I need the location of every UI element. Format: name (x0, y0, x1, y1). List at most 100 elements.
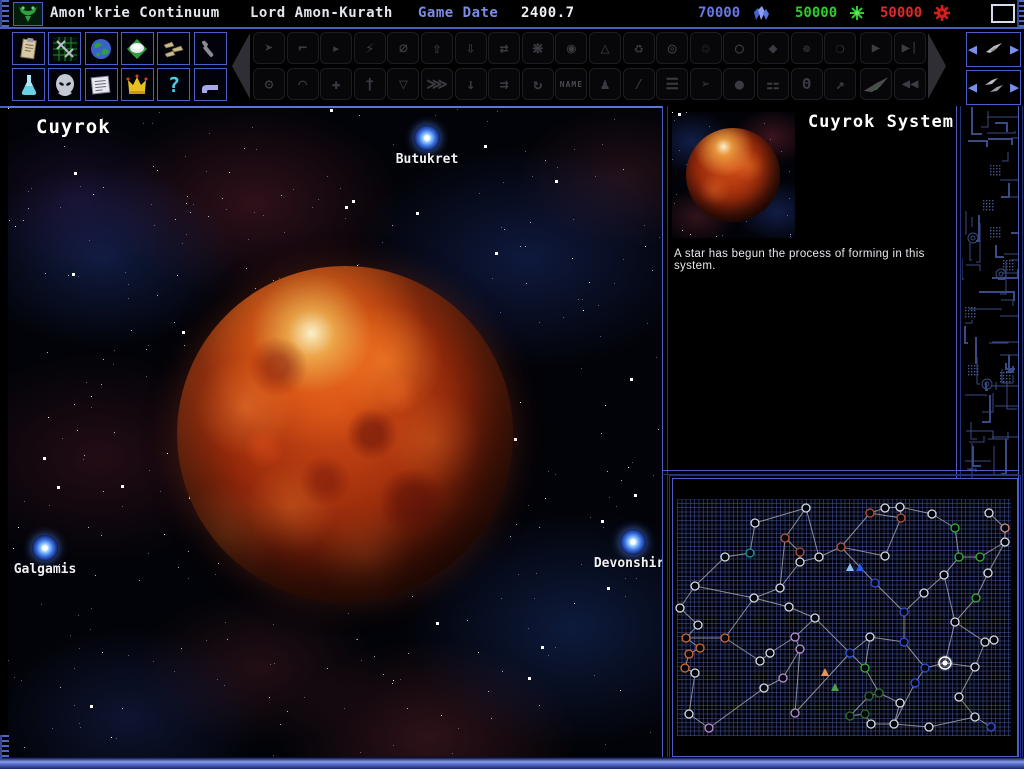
map-node[interactable] (845, 711, 855, 721)
sensor-node-button[interactable]: △ (589, 32, 621, 64)
map-node[interactable] (865, 632, 875, 642)
scout-ship-button[interactable]: ➢ (689, 68, 722, 100)
repeat-orders-button[interactable]: ↻ (521, 68, 554, 100)
map-node[interactable] (690, 581, 700, 591)
mineral-gem-button[interactable] (120, 32, 154, 65)
map-node[interactable] (895, 698, 905, 708)
map-node[interactable] (810, 613, 820, 623)
galaxy-map[interactable] (673, 479, 1019, 758)
recycle-route-button[interactable]: ♻ (622, 32, 655, 64)
map-node[interactable] (814, 552, 824, 562)
map-node[interactable] (895, 502, 905, 512)
map-node[interactable] (780, 533, 790, 543)
transfer-cargo-button[interactable]: ⇄ (488, 32, 521, 64)
sentry-orb-button[interactable]: ◉ (555, 32, 588, 64)
energy-bolt-button[interactable]: ⚡ (353, 32, 386, 64)
star-icon[interactable] (32, 535, 58, 561)
map-node[interactable] (1000, 523, 1010, 533)
colony-pawn-button[interactable]: ♟ (589, 68, 621, 100)
map-node[interactable] (690, 668, 700, 678)
move-order-button[interactable]: ➤ (253, 32, 285, 64)
cargo-pods-button[interactable]: ⚏ (757, 68, 789, 100)
map-node[interactable] (986, 722, 996, 732)
repair-arm-button[interactable]: ⚙ (253, 68, 285, 100)
map-fleet-marker[interactable] (821, 668, 829, 676)
map-node[interactable] (845, 648, 855, 658)
target-ship-button[interactable]: ○ (723, 32, 756, 64)
system-thumbnail[interactable] (672, 112, 795, 238)
map-node[interactable] (680, 663, 690, 673)
map-fleet-marker[interactable] (846, 563, 854, 571)
map-node[interactable] (795, 557, 805, 567)
map-node[interactable] (720, 633, 730, 643)
map-node[interactable] (784, 602, 794, 612)
unload-cargo-button[interactable]: ⇩ (454, 32, 487, 64)
map-node[interactable] (919, 588, 929, 598)
warp-star-butukret[interactable]: Butukret (367, 125, 487, 167)
map-node[interactable] (970, 662, 980, 672)
help-question-button[interactable]: ? (157, 68, 191, 101)
map-node[interactable] (684, 709, 694, 719)
map-node[interactable] (896, 513, 906, 523)
map-node[interactable] (836, 542, 846, 552)
fighter-group-button[interactable]: ⋙ (421, 68, 453, 100)
map-node[interactable] (750, 518, 760, 528)
construction-arm-button[interactable]: ⌐ (286, 32, 319, 64)
map-node[interactable] (880, 551, 890, 561)
ship-selector-prev-button[interactable]: ◀ (968, 42, 977, 57)
ship-selector-next-button[interactable]: ▶ (1010, 42, 1019, 57)
name-plate-button[interactable]: NAME (555, 68, 588, 100)
star-icon[interactable] (414, 125, 440, 151)
asteroid-field-button[interactable]: ✵ (790, 32, 823, 64)
map-node[interactable] (860, 663, 870, 673)
cargo-layers-button[interactable]: ☰ (656, 68, 689, 100)
ship-forward-button[interactable] (860, 68, 892, 100)
map-node[interactable] (765, 648, 775, 658)
map-node[interactable] (749, 593, 759, 603)
fleet-selector-prev-button[interactable]: ◀ (968, 80, 977, 95)
alien-face-button[interactable]: Θ (790, 68, 823, 100)
launch-ship-button[interactable]: ↗ (824, 68, 857, 100)
scrap-recycle-button[interactable]: ♲ (689, 32, 722, 64)
skip-next-button[interactable]: ▶❘ (894, 32, 926, 64)
map-node[interactable] (865, 508, 875, 518)
play-button[interactable]: ▶ (860, 32, 892, 64)
map-node[interactable] (681, 633, 691, 643)
research-flask-button[interactable] (12, 68, 45, 101)
multi-warp-button[interactable]: ⇉ (488, 68, 521, 100)
rewind-button[interactable]: ◀◀ (894, 68, 926, 100)
map-node[interactable] (970, 712, 980, 722)
map-node[interactable] (695, 643, 705, 653)
map-node[interactable] (675, 603, 685, 613)
comm-pipe-button[interactable] (193, 68, 227, 101)
map-node[interactable] (954, 692, 964, 702)
forming-star[interactable] (177, 266, 513, 602)
map-node[interactable] (801, 503, 811, 513)
map-node[interactable] (795, 547, 805, 557)
map-node[interactable] (989, 635, 999, 645)
drop-pod-button[interactable]: ↓ (454, 68, 487, 100)
map-node[interactable] (939, 570, 949, 580)
map-node[interactable] (745, 548, 755, 558)
map-node[interactable] (795, 644, 805, 654)
map-node[interactable] (1000, 537, 1010, 547)
map-node[interactable] (880, 503, 890, 513)
map-fleet-marker[interactable] (831, 683, 839, 691)
orders-scroll-left-button[interactable] (232, 33, 250, 99)
split-fleet-button[interactable]: ⋇ (521, 32, 554, 64)
map-node[interactable] (870, 578, 880, 588)
map-node[interactable] (860, 709, 870, 719)
map-node[interactable] (720, 552, 730, 562)
load-cargo-button[interactable]: ⇧ (421, 32, 453, 64)
system-viewport[interactable]: Cuyrok Butukret Galgamis Devonshire (8, 106, 662, 759)
map-node[interactable] (755, 656, 765, 666)
map-node[interactable] (874, 688, 884, 698)
intel-alien-button[interactable] (48, 68, 82, 101)
warp-star-galgamis[interactable]: Galgamis (8, 535, 105, 577)
board-ship-button[interactable]: ▸ (320, 32, 353, 64)
shipyard-grid-button[interactable] (48, 32, 82, 65)
map-node[interactable] (684, 649, 694, 659)
star-icon[interactable] (620, 529, 646, 555)
window-button[interactable] (991, 4, 1015, 23)
map-node[interactable] (983, 568, 993, 578)
